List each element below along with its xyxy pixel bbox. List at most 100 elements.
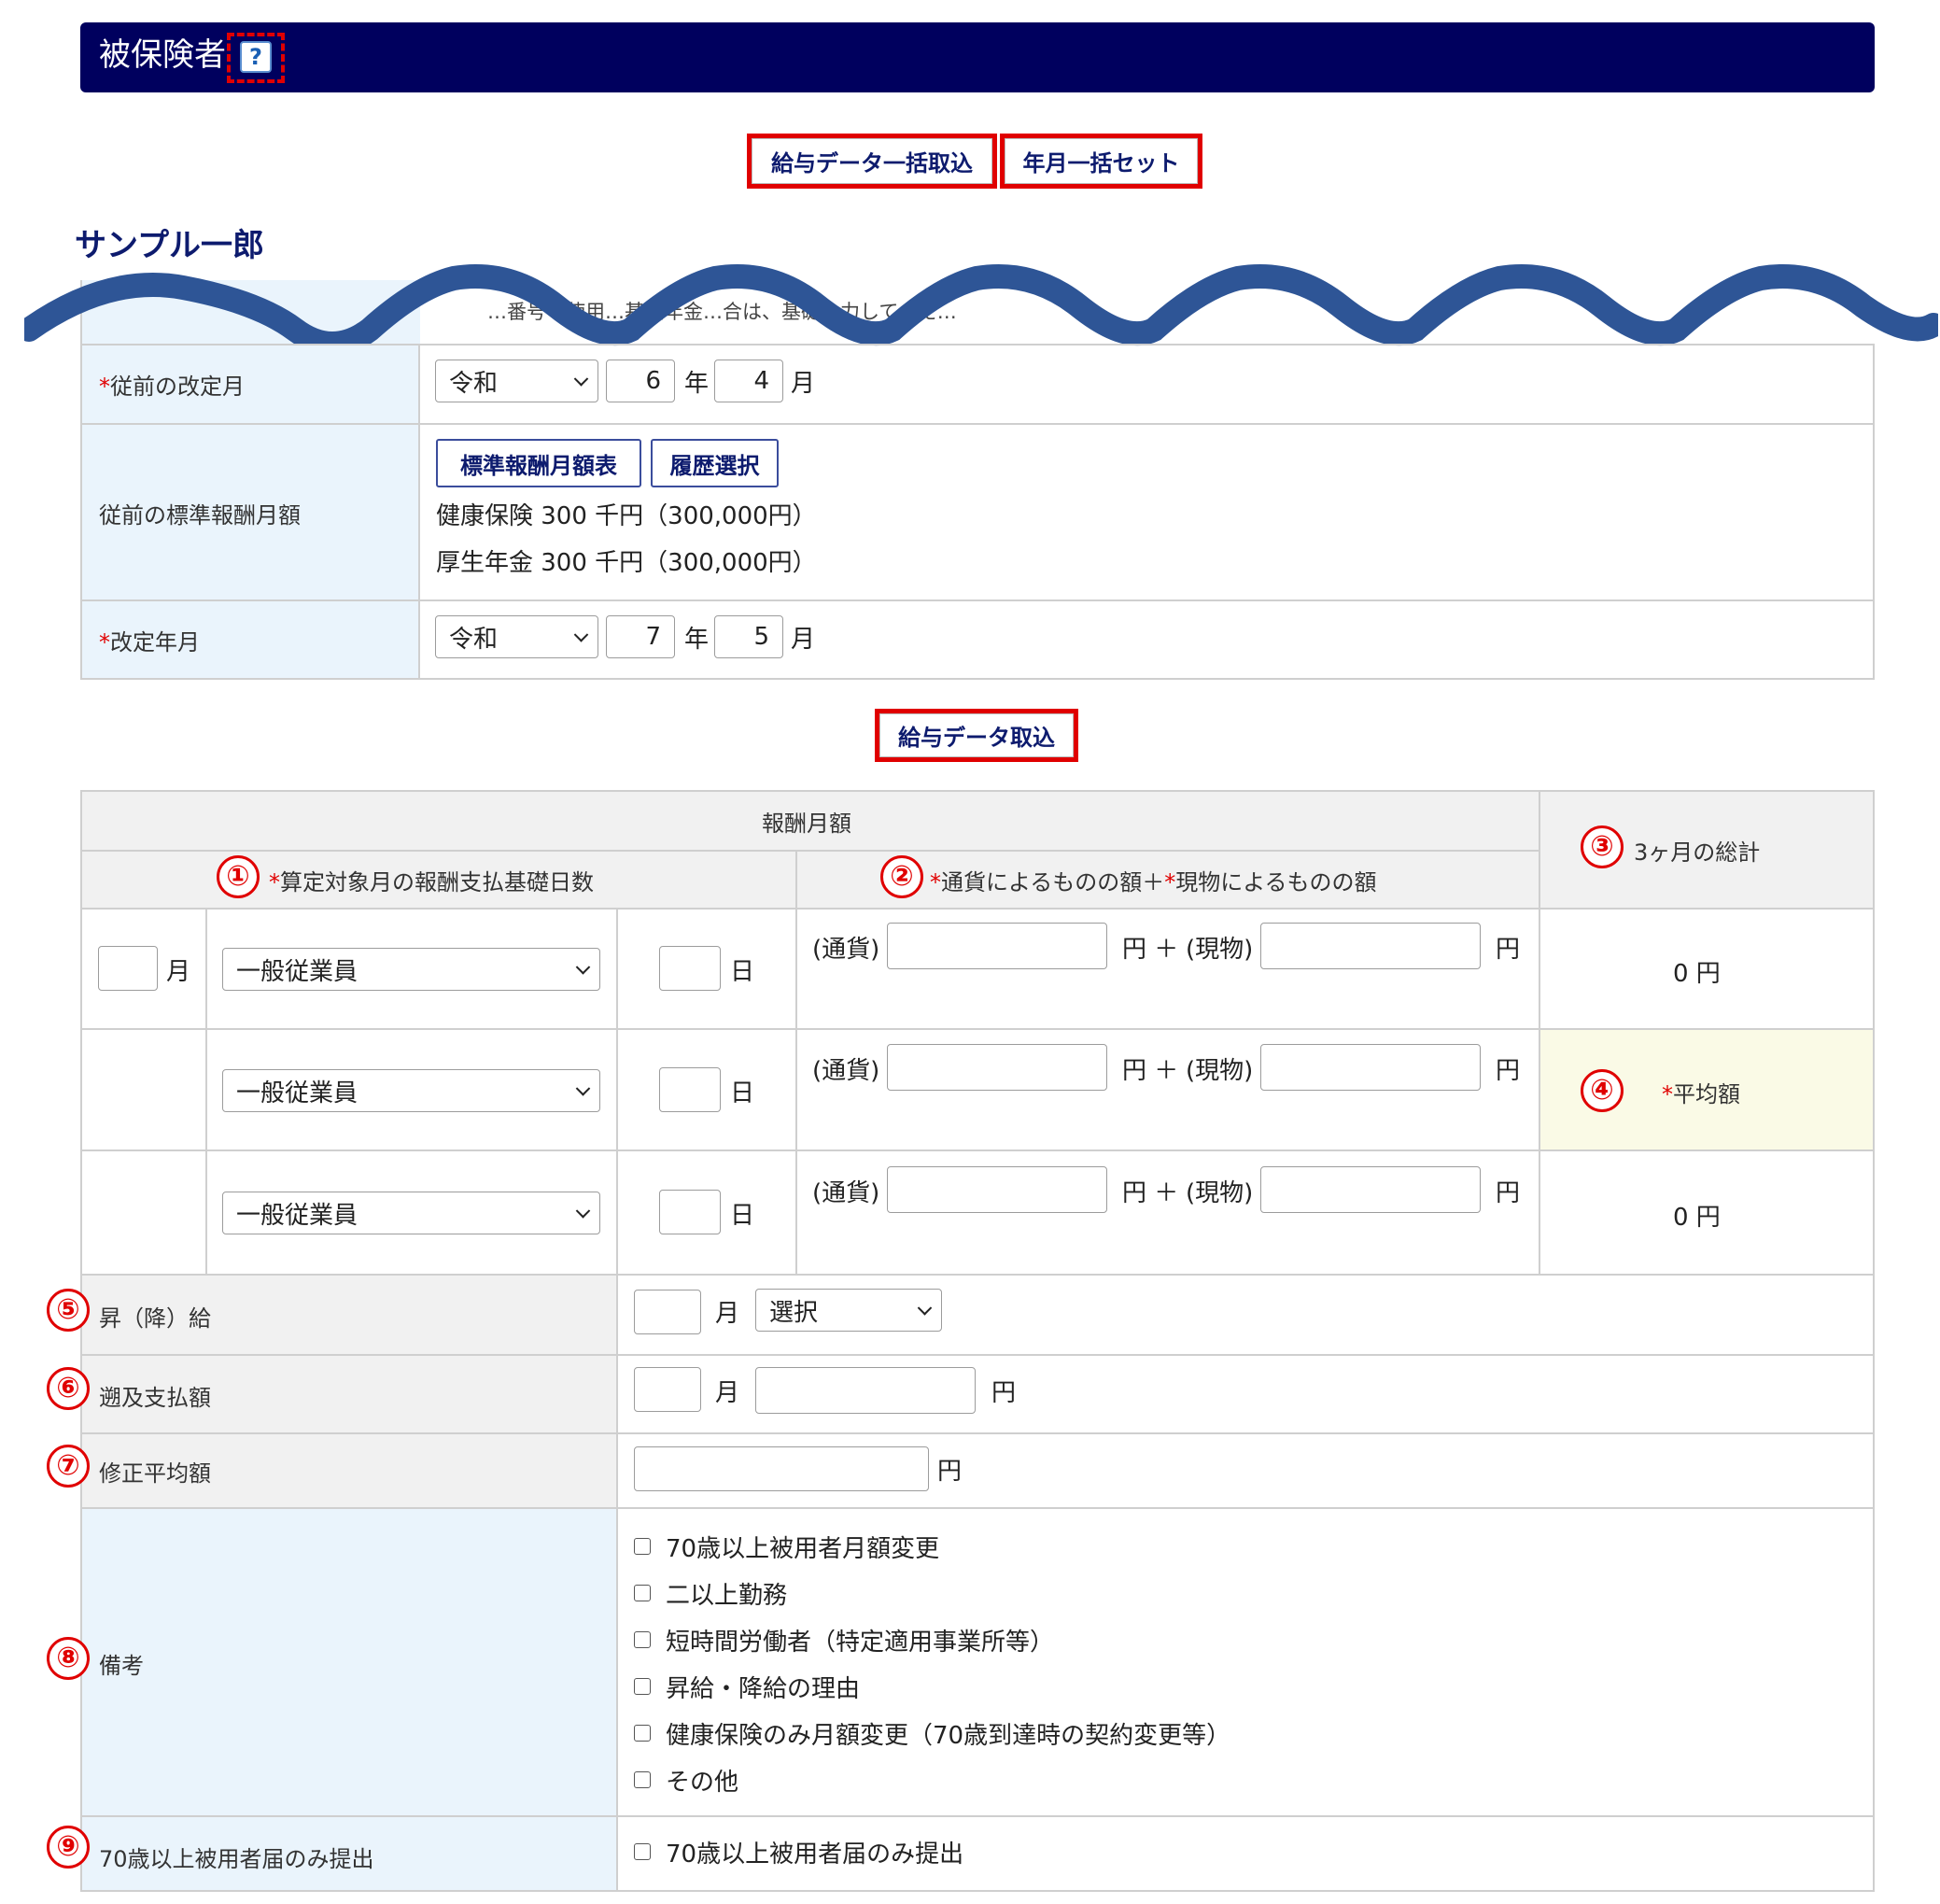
marker-1: ① xyxy=(217,855,260,898)
health-insurance-amount: 健康保険 300 千円（300,000円） xyxy=(436,502,817,530)
remarks-item[interactable]: 短時間労働者（特定適用事業所等） xyxy=(634,1622,1230,1657)
bulk-import-button[interactable]: 給与データ一括取込 xyxy=(752,138,992,184)
employee-type-select-3[interactable]: 一般従業員 xyxy=(222,1192,600,1234)
pension-amount: 厚生年金 300 千円（300,000円） xyxy=(436,549,817,577)
three-month-total-header: 3ヶ月の総計 xyxy=(1634,839,1761,866)
day-unit: 日 xyxy=(730,1202,755,1230)
currency-label: (通貨) xyxy=(812,1179,880,1207)
year-unit: 年 xyxy=(684,370,710,398)
prev-revision-era-select[interactable]: 令和 xyxy=(435,360,598,402)
bulk-import-highlight: 給与データ一括取込 xyxy=(747,134,997,189)
row-border xyxy=(80,908,1875,910)
checkbox[interactable] xyxy=(634,1585,651,1601)
days-input-2[interactable] xyxy=(659,1067,721,1112)
checkbox[interactable] xyxy=(634,1631,651,1648)
amount-header: *通貨によるものの額＋*現物によるものの額 xyxy=(930,869,1377,896)
help-icon[interactable]: ? xyxy=(240,41,272,73)
checkbox[interactable] xyxy=(634,1843,651,1860)
chevron-down-icon xyxy=(573,372,589,387)
prev-revision-month-input[interactable]: 4 xyxy=(714,360,783,402)
marker-6: ⑥ xyxy=(47,1367,90,1410)
currency-label: (通貨) xyxy=(812,936,880,964)
in-kind-label: (現物) xyxy=(1186,1179,1254,1207)
yen-plus: 円 ＋ xyxy=(1122,1057,1179,1085)
row-border xyxy=(80,1432,1875,1434)
currency-amount-input-2[interactable] xyxy=(887,1044,1107,1091)
month-unit: 月 xyxy=(791,626,816,654)
remarks-checklist: 70歳以上被用者月額変更 二以上勤務 短時間労働者（特定適用事業所等） 昇給・降… xyxy=(634,1529,1230,1798)
over70-label: 70歳以上被用者届のみ提出 xyxy=(99,1846,374,1872)
yen-unit: 円 xyxy=(937,1458,963,1486)
in-kind-amount-input-1[interactable] xyxy=(1260,923,1481,969)
row-border xyxy=(80,1507,1875,1509)
chevron-down-icon xyxy=(575,1204,591,1219)
remarks-label: 備考 xyxy=(99,1653,144,1679)
corrected-average-input[interactable] xyxy=(634,1446,929,1491)
remarks-item[interactable]: 70歳以上被用者月額変更 xyxy=(634,1529,1230,1564)
row-border xyxy=(80,1354,1875,1356)
chevron-down-icon xyxy=(575,1081,591,1096)
base-days-header: *算定対象月の報酬支払基礎日数 xyxy=(269,869,594,896)
chevron-down-icon xyxy=(573,628,589,642)
remarks-item[interactable]: 昇給・降給の理由 xyxy=(634,1669,1230,1704)
history-select-button[interactable]: 履歴選択 xyxy=(651,439,779,487)
row-border xyxy=(80,1815,1875,1817)
retro-label: 遡及支払額 xyxy=(99,1385,211,1411)
revision-era-select[interactable]: 令和 xyxy=(435,615,598,658)
remarks-item[interactable]: 二以上勤務 xyxy=(634,1575,1230,1611)
checkbox[interactable] xyxy=(634,1725,651,1742)
wave-divider xyxy=(24,264,1938,353)
marker-5: ⑤ xyxy=(47,1289,90,1332)
yen-unit: 円 xyxy=(1496,936,1521,964)
raise-label: 昇（降）給 xyxy=(99,1305,211,1332)
column-border xyxy=(795,850,797,1276)
raise-select[interactable]: 選択 xyxy=(755,1289,942,1332)
marker-4: ④ xyxy=(1581,1069,1624,1112)
marker-7: ⑦ xyxy=(47,1445,90,1488)
chevron-down-icon xyxy=(917,1301,933,1316)
in-kind-label: (現物) xyxy=(1186,1057,1254,1085)
currency-amount-input-3[interactable] xyxy=(887,1166,1107,1213)
checkbox[interactable] xyxy=(634,1538,651,1555)
revision-label: *改定年月 xyxy=(99,629,200,656)
column-border xyxy=(205,908,207,1274)
month-unit: 月 xyxy=(715,1379,740,1407)
employee-type-select-1[interactable]: 一般従業員 xyxy=(222,948,600,991)
currency-amount-input-1[interactable] xyxy=(887,923,1107,969)
salary-import-highlight: 給与データ取込 xyxy=(875,709,1078,762)
row-border xyxy=(80,850,1539,852)
in-kind-amount-input-3[interactable] xyxy=(1260,1166,1481,1213)
month-input-1[interactable] xyxy=(98,946,158,991)
in-kind-amount-input-2[interactable] xyxy=(1260,1044,1481,1091)
remarks-label-cell xyxy=(82,1509,616,1815)
employee-type-select-2[interactable]: 一般従業員 xyxy=(222,1069,600,1112)
three-month-total: 0 円 xyxy=(1673,960,1721,988)
column-border xyxy=(616,908,618,1892)
marker-9: ⑨ xyxy=(47,1826,90,1869)
bulk-set-button[interactable]: 年月一括セット xyxy=(1005,138,1198,184)
year-unit: 年 xyxy=(684,626,710,654)
prev-revision-year-input[interactable]: 6 xyxy=(606,360,675,402)
retro-month-input[interactable] xyxy=(634,1367,701,1412)
remarks-item[interactable]: 健康保険のみ月額変更（70歳到達時の契約変更等） xyxy=(634,1715,1230,1751)
chevron-down-icon xyxy=(575,960,591,975)
remarks-item[interactable]: その他 xyxy=(634,1762,1230,1798)
checkbox[interactable] xyxy=(634,1678,651,1695)
over70-item[interactable]: 70歳以上被用者届のみ提出 xyxy=(634,1834,963,1869)
revision-month-input[interactable]: 5 xyxy=(714,615,783,658)
days-input-1[interactable] xyxy=(659,946,721,991)
salary-import-button[interactable]: 給与データ取込 xyxy=(879,713,1074,757)
row-border xyxy=(80,423,1875,425)
revision-year-input[interactable]: 7 xyxy=(606,615,675,658)
yen-plus: 円 ＋ xyxy=(1122,936,1179,964)
checkbox[interactable] xyxy=(634,1771,651,1788)
currency-label: (通貨) xyxy=(812,1057,880,1085)
retro-amount-input[interactable] xyxy=(755,1367,976,1414)
yen-unit: 円 xyxy=(1496,1179,1521,1207)
standard-table-button[interactable]: 標準報酬月額表 xyxy=(436,439,641,487)
row-border xyxy=(80,599,1875,601)
marker-8: ⑧ xyxy=(47,1637,90,1680)
days-input-3[interactable] xyxy=(659,1190,721,1234)
raise-month-input[interactable] xyxy=(634,1290,701,1334)
pay-table-title: 報酬月額 xyxy=(762,811,851,837)
